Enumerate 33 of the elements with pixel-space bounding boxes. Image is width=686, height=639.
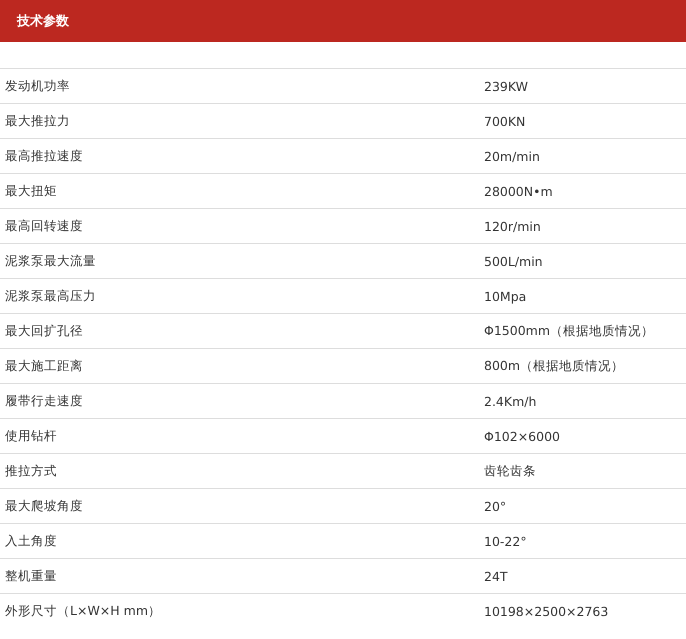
parameter-name: 泥浆泵最高压力: [4, 288, 97, 304]
parameter-value: Φ102×6000: [484, 428, 561, 444]
parameter-value: 10198×2500×2763: [484, 604, 610, 618]
parameter-value: 20m/min: [484, 148, 541, 164]
parameter-value: 120r/min: [484, 218, 542, 234]
parameter-name: 外形尺寸（L×W×H mm）: [4, 602, 162, 620]
parameter-value: 239KW: [484, 78, 529, 94]
parameter-value: Φ1500mm（根据地质情况）: [484, 322, 656, 340]
parameter-name: 入土角度: [4, 532, 58, 550]
parameter-name: 最大推拉力: [4, 112, 71, 130]
parameter-value: 10Mpa: [484, 288, 528, 304]
parameter-value: 10-22°: [484, 534, 528, 548]
parameter-name: 最高推拉速度: [4, 148, 84, 164]
parameter-value: 24T: [484, 568, 509, 584]
parameter-value: 700KN: [484, 114, 526, 128]
parameter-value: 20°: [484, 498, 508, 514]
parameter-value: 2.4Km/h: [484, 394, 538, 408]
parameter-name: 最大施工距离: [4, 358, 84, 374]
parameter-name: 泥浆泵最大流量: [4, 252, 97, 270]
parameter-value: 500L/min: [484, 254, 544, 268]
parameter-name: 推拉方式: [4, 462, 58, 480]
parameter-name: 整机重量: [4, 568, 58, 584]
parameter-name: 履带行走速度: [4, 392, 84, 410]
section-title: 技术参数: [17, 13, 69, 30]
parameter-value: 800m（根据地质情况）: [484, 358, 626, 374]
parameter-name: 最大回扩孔径: [4, 322, 84, 340]
parameter-name: 最大爬坡角度: [4, 498, 84, 514]
parameter-value: 28000N•m: [484, 184, 554, 198]
parameter-value: 齿轮齿条: [484, 462, 537, 480]
parameter-name: 最大扭矩: [4, 182, 58, 200]
parameter-name: 使用钻杆: [4, 428, 58, 444]
parameter-name: 发动机功率: [4, 78, 71, 94]
parameter-name: 最高回转速度: [4, 218, 84, 234]
